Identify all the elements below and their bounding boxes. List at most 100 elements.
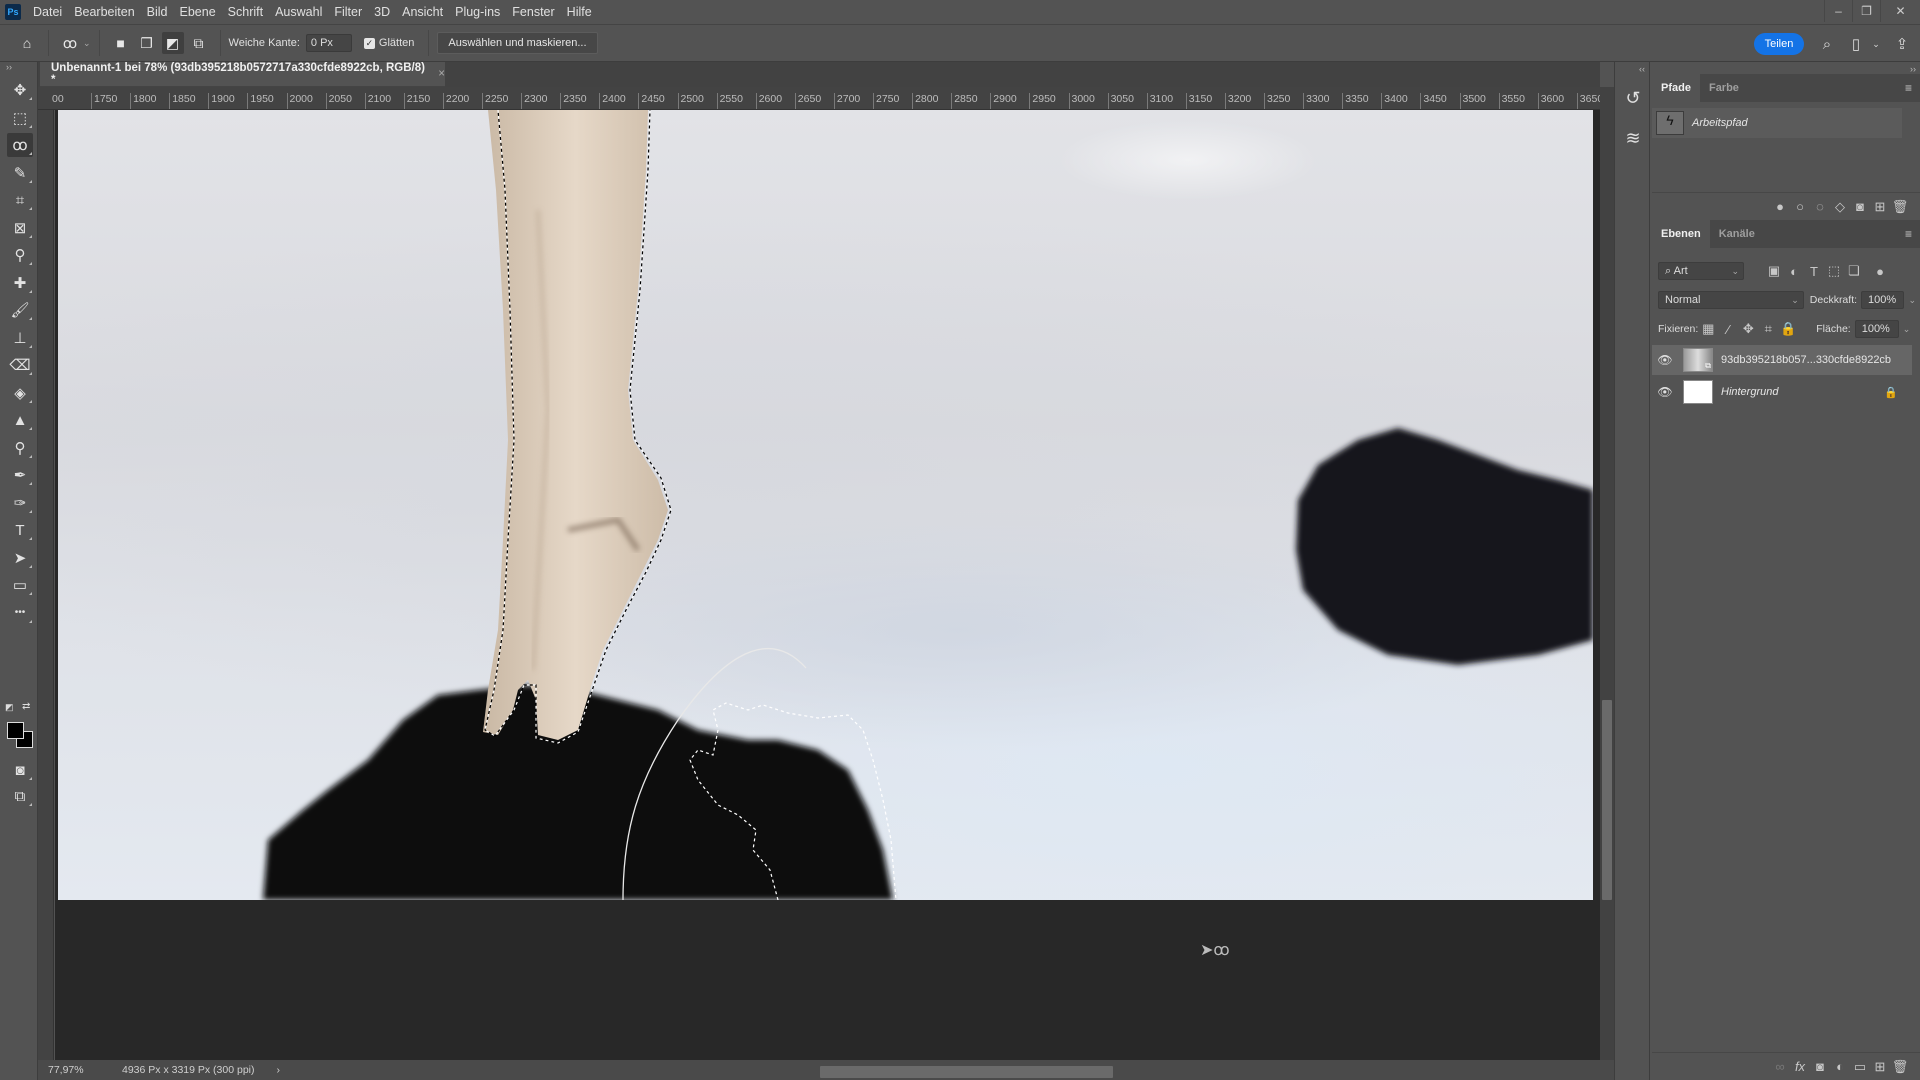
menu-bild[interactable]: Bild	[141, 0, 174, 24]
home-icon[interactable]: ⌂	[16, 32, 38, 54]
search-icon[interactable]: ⌕	[1817, 34, 1837, 54]
new-group-icon[interactable]: ▭	[1850, 1059, 1870, 1075]
tab-color[interactable]: Farbe	[1700, 74, 1748, 102]
delete-path-icon[interactable]: 🗑	[1890, 199, 1910, 215]
menu-bearbeiten[interactable]: Bearbeiten	[68, 0, 140, 24]
marquee-tool-icon[interactable]: ⬚	[7, 106, 33, 130]
type-tool-icon[interactable]: T	[7, 518, 33, 542]
menu-hilfe[interactable]: Hilfe	[561, 0, 598, 24]
chevron-down-icon[interactable]: ⌄	[1866, 34, 1886, 54]
fill-input[interactable]: 100%	[1854, 320, 1899, 338]
swap-colors-icon[interactable]: ⇄	[22, 701, 30, 712]
visibility-eye-icon[interactable]: 👁	[1652, 353, 1678, 367]
menu-datei[interactable]: Datei	[27, 0, 68, 24]
new-path-icon[interactable]: ⊞	[1870, 199, 1890, 215]
add-layer-mask-icon[interactable]: ◙	[1810, 1059, 1830, 1074]
layer-filter-select[interactable]: ⌕ Art ⌄	[1658, 262, 1744, 280]
delete-layer-icon[interactable]: 🗑	[1890, 1059, 1910, 1075]
filter-shape-icon[interactable]: ⬚	[1824, 263, 1844, 279]
panel-menu-icon[interactable]: ≡	[1905, 227, 1912, 241]
select-and-mask-button[interactable]: Auswählen und maskieren...	[437, 32, 598, 54]
crop-tool-icon[interactable]: ⌗	[7, 188, 33, 212]
rectangle-tool-icon[interactable]: ▭	[7, 573, 33, 597]
menu-plug-ins[interactable]: Plug-ins	[449, 0, 506, 24]
filter-toggle[interactable]: ●	[1870, 264, 1890, 279]
brush-tool-icon[interactable]: 🖌	[7, 298, 33, 322]
share-button[interactable]: Teilen	[1754, 33, 1804, 55]
layer-row[interactable]: 👁 ⧉ 93db395218b057...330cfde8922cb	[1652, 345, 1912, 375]
workspace-icon[interactable]: ▯	[1846, 34, 1866, 54]
chevron-down-icon[interactable]: ⌄	[1908, 295, 1916, 306]
tab-paths[interactable]: Pfade	[1652, 74, 1700, 102]
layer-row[interactable]: 👁 Hintergrund 🔒	[1652, 377, 1912, 407]
subtract-from-selection-icon[interactable]: ◩	[161, 32, 184, 54]
add-mask-icon[interactable]: ◙	[1850, 199, 1870, 214]
eyedropper-tool-icon[interactable]: ⚲	[7, 243, 33, 267]
visibility-eye-icon[interactable]: 👁	[1652, 385, 1678, 399]
more-tools-icon[interactable]: •••	[7, 601, 33, 625]
healing-brush-tool-icon[interactable]: ✚	[7, 271, 33, 295]
lock-all-icon[interactable]: 🔒	[1778, 321, 1798, 337]
close-window-button[interactable]: ✕	[1880, 0, 1920, 22]
menu-ebene[interactable]: Ebene	[174, 0, 222, 24]
stroke-path-icon[interactable]: ○	[1790, 199, 1810, 214]
filter-type-icon[interactable]: T	[1804, 264, 1824, 279]
filter-pixel-icon[interactable]: ▣	[1764, 263, 1784, 279]
fx-icon[interactable]: fx	[1790, 1059, 1810, 1074]
opacity-input[interactable]: 100%	[1861, 291, 1905, 309]
screen-mode-icon[interactable]: ⧉	[7, 784, 33, 808]
eraser-tool-icon[interactable]: ⌫	[7, 353, 33, 377]
chevron-down-icon[interactable]: ⌄	[83, 38, 91, 49]
canvas-area[interactable]: ➤ꝏ	[55, 110, 1600, 1060]
menu-auswahl[interactable]: Auswahl	[269, 0, 328, 24]
menu-schrift[interactable]: Schrift	[222, 0, 269, 24]
tab-layers[interactable]: Ebenen	[1652, 220, 1710, 248]
quick-selection-tool-icon[interactable]: ✎	[7, 161, 33, 185]
menu-filter[interactable]: Filter	[328, 0, 368, 24]
freeform-pen-tool-icon[interactable]: ✑	[7, 491, 33, 515]
vertical-scrollbar-thumb[interactable]	[1602, 700, 1612, 900]
document-image[interactable]	[58, 110, 1593, 900]
intersect-selection-icon[interactable]: ⧉	[188, 32, 210, 54]
make-work-path-icon[interactable]: ◇	[1830, 199, 1850, 215]
lock-artboard-icon[interactable]: ⌗	[1758, 321, 1778, 337]
menu-3d[interactable]: 3D	[368, 0, 396, 24]
fill-path-icon[interactable]: ●	[1770, 199, 1790, 214]
quick-mask-icon[interactable]: ◙	[7, 758, 33, 782]
tab-channels[interactable]: Kanäle	[1710, 220, 1764, 248]
path-item[interactable]: ϟ Arbeitspfad	[1652, 108, 1902, 138]
menu-fenster[interactable]: Fenster	[506, 0, 560, 24]
move-tool-icon[interactable]: ✥	[7, 78, 33, 102]
foreground-color-swatch[interactable]	[7, 722, 24, 739]
filter-smart-object-icon[interactable]: ❏	[1844, 263, 1864, 279]
close-tab-icon[interactable]: ×	[438, 68, 445, 80]
filter-adjustment-icon[interactable]: ◐	[1784, 264, 1804, 279]
feather-input[interactable]: 0 Px	[305, 34, 352, 52]
antialias-checkbox[interactable]: ✓	[363, 37, 375, 49]
restore-button[interactable]: ❐	[1852, 0, 1880, 22]
new-layer-icon[interactable]: ⊞	[1870, 1059, 1890, 1075]
load-as-selection-icon[interactable]: ◌	[1810, 199, 1830, 214]
share-export-icon[interactable]: ⇪	[1892, 34, 1912, 54]
lock-position-icon[interactable]: ✥	[1738, 321, 1758, 337]
panel-menu-icon[interactable]: ≡	[1905, 81, 1912, 95]
document-tab[interactable]: Unbenannt-1 bei 78% (93db395218b0572717a…	[40, 62, 445, 87]
adjustment-layer-icon[interactable]: ◐	[1830, 1059, 1850, 1074]
sharpen-tool-icon[interactable]: ▲	[7, 408, 33, 432]
collapse-panels-icon[interactable]: ‹‹	[1639, 64, 1645, 74]
minimize-button[interactable]: –	[1824, 0, 1852, 22]
zoom-level[interactable]: 77,97%	[48, 1064, 108, 1076]
path-selection-tool-icon[interactable]: ➤	[7, 546, 33, 570]
menu-ansicht[interactable]: Ansicht	[396, 0, 449, 24]
link-layers-icon[interactable]: ∞	[1770, 1059, 1790, 1074]
paint-bucket-tool-icon[interactable]: ◈	[7, 381, 33, 405]
clone-stamp-tool-icon[interactable]: ⊥	[7, 326, 33, 350]
history-panel-icon[interactable]: ↺	[1617, 82, 1649, 114]
dodge-tool-icon[interactable]: ⚲	[7, 436, 33, 460]
chevron-down-icon[interactable]: ⌄	[1903, 324, 1911, 335]
default-colors-icon[interactable]: ◩	[5, 702, 14, 713]
frame-tool-icon[interactable]: ⊠	[7, 216, 33, 240]
layers-stack-icon[interactable]: ≋	[1617, 122, 1649, 154]
expand-panels-icon[interactable]: ››	[1910, 64, 1916, 74]
lock-transparent-icon[interactable]: ▦	[1698, 321, 1718, 337]
